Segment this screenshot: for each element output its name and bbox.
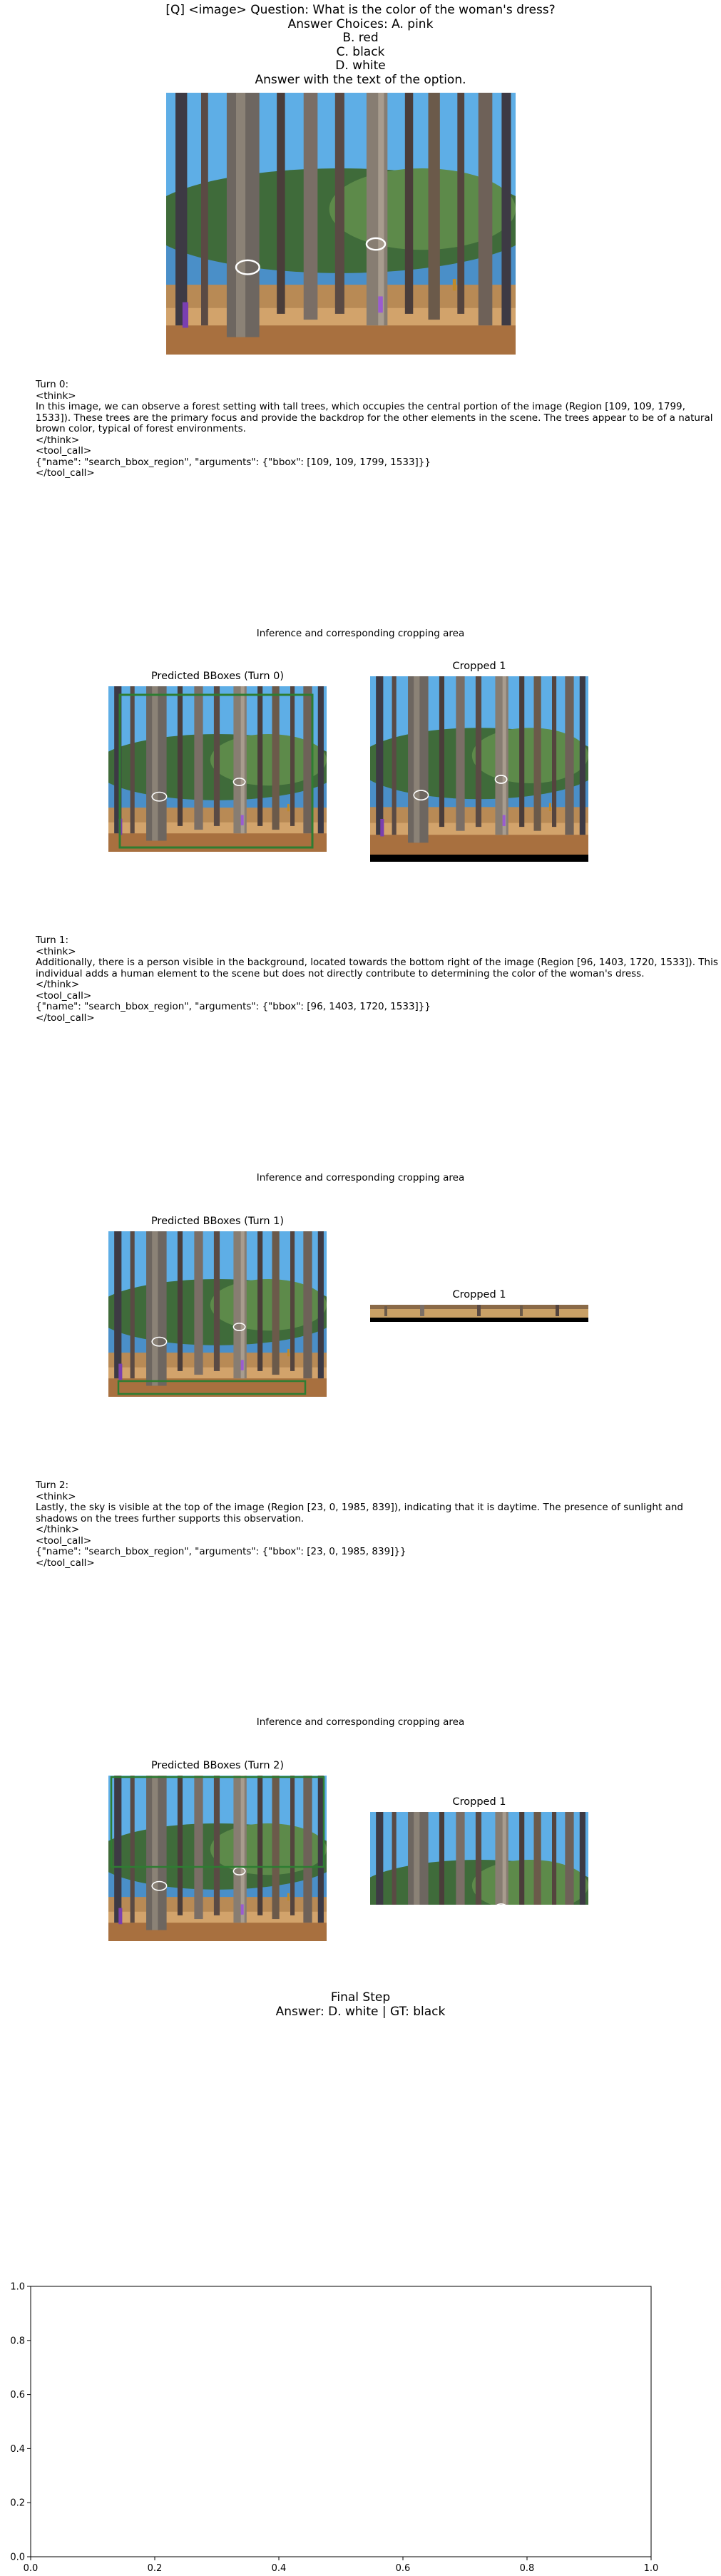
empty-axes: 0.0 0.2 0.4 0.6 0.8 1.0 0.0 0.2 0.4 0.6 0.8 1.0 <box>10 2282 659 2575</box>
turn-2-section-caption: Inference and corresponding cropping are… <box>256 1716 465 1728</box>
y-tick-label: 0.4 <box>10 2444 25 2455</box>
question-line: [Q] <image> Question: What is the color … <box>165 3 556 17</box>
turn-2-crop-image <box>370 1812 588 1905</box>
question-line: B. red <box>342 31 379 45</box>
turn-2-text: Turn 2: <think> Lastly, the sky is visib… <box>36 1480 683 1569</box>
turn-1-crop-title: Cropped 1 <box>452 1289 506 1300</box>
turn-1-pred-image <box>108 1231 327 1397</box>
question-line: Answer with the text of the option. <box>255 72 466 87</box>
turn-0-text: Turn 0: <think> In this image, we can ob… <box>36 379 713 479</box>
x-tick-label: 0.8 <box>520 2563 535 2574</box>
axes-frame <box>30 2286 652 2557</box>
turn-2-pred-image <box>108 1776 327 1941</box>
final-step-title: Final Step <box>330 1990 391 2005</box>
question-block: [Q] <image> Question: What is the color … <box>0 3 721 87</box>
final-answer: Answer: D. white | GT: black <box>275 2005 446 2019</box>
turn-0-pred-title: Predicted BBoxes (Turn 0) <box>150 671 285 682</box>
y-tick-label: 0.0 <box>10 2552 25 2563</box>
x-tick-label: 0.2 <box>148 2563 163 2574</box>
turn-1-pred-title: Predicted BBoxes (Turn 1) <box>150 1216 285 1227</box>
final-step-block: Final Step Answer: D. white | GT: black <box>0 1990 721 2019</box>
turn-2-crop-title: Cropped 1 <box>452 1796 506 1808</box>
question-line: D. white <box>335 58 386 73</box>
turn-0-pred-image <box>108 686 327 852</box>
turn-0-crop-title: Cropped 1 <box>452 661 506 672</box>
y-tick-label: 0.2 <box>10 2498 25 2509</box>
turn-0-crop-image <box>370 676 588 862</box>
y-tick-label: 0.8 <box>10 2336 25 2346</box>
turn-2-pred-title: Predicted BBoxes (Turn 2) <box>150 1760 285 1771</box>
question-line: Answer Choices: A. pink <box>287 16 434 31</box>
x-tick-label: 0.0 <box>24 2563 39 2574</box>
question-image <box>166 93 516 355</box>
x-tick-label: 0.6 <box>396 2563 411 2574</box>
turn-1-text: Turn 1: <think> Additionally, there is a… <box>36 935 718 1024</box>
turn-1-crop-image <box>370 1305 588 1322</box>
y-tick-label: 0.6 <box>10 2390 25 2401</box>
x-tick-label: 0.4 <box>272 2563 287 2574</box>
question-line: C. black <box>336 44 385 59</box>
turn-0-section-caption: Inference and corresponding cropping are… <box>256 628 465 639</box>
x-tick-label: 1.0 <box>644 2563 659 2574</box>
y-tick-label: 1.0 <box>10 2282 25 2293</box>
turn-1-section-caption: Inference and corresponding cropping are… <box>256 1172 465 1183</box>
